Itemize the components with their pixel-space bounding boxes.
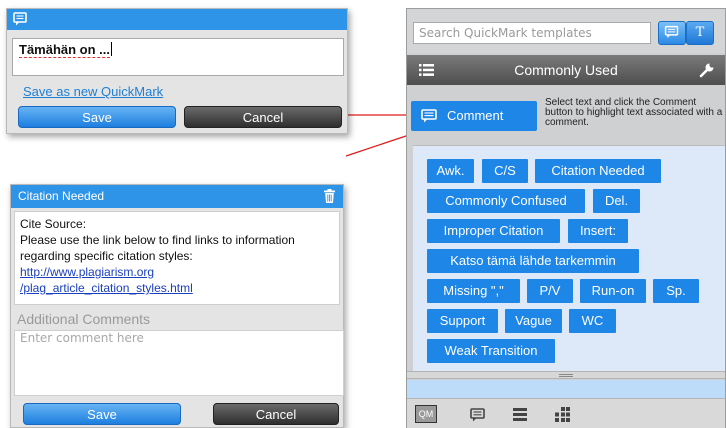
status-bar <box>407 380 725 398</box>
quickmark-chip[interactable]: P/V <box>527 279 573 303</box>
search-input[interactable]: Search QuickMark templates <box>413 22 651 44</box>
citation-body: Cite Source: Please use the link below t… <box>14 211 340 305</box>
quickmark-chip[interactable]: Del. <box>593 189 640 213</box>
resize-handle[interactable] <box>407 371 725 379</box>
comment-button[interactable]: Comment <box>411 101 537 131</box>
quickmark-list: Awk. C/S Citation Needed Commonly Confus… <box>413 145 725 377</box>
quickmark-chip[interactable]: Missing "," <box>427 279 520 303</box>
comment-popup-titlebar <box>7 9 347 30</box>
comment-text: Tämähän on ... <box>19 42 111 58</box>
quickmark-chip[interactable]: Support <box>427 309 498 333</box>
comment-mode-toggle[interactable] <box>658 21 686 45</box>
list-icon[interactable] <box>511 407 529 423</box>
citation-link-line1[interactable]: http://www.plagiarism.org <box>20 264 334 280</box>
grip-icon <box>559 374 573 377</box>
quickmark-chip[interactable]: Weak Transition <box>427 339 555 363</box>
citation-popup: Citation Needed Cite Source: Please use … <box>10 184 344 428</box>
quickmark-chip[interactable]: Insert: <box>568 219 628 243</box>
cancel-button[interactable]: Cancel <box>184 106 342 128</box>
quickmark-chip[interactable]: Awk. <box>427 159 474 183</box>
quickmark-chip[interactable]: Katso tämä lähde tarkemmin <box>427 249 639 273</box>
wrench-icon[interactable] <box>699 62 715 78</box>
quickmark-chip[interactable]: Commonly Confused <box>427 189 585 213</box>
comment-icon <box>13 12 27 26</box>
text-mode-toggle[interactable]: T <box>686 21 714 45</box>
quickmark-chip[interactable]: C/S <box>482 159 528 183</box>
citation-popup-title: Citation Needed <box>18 189 105 203</box>
additional-comments-label: Additional Comments <box>17 311 151 327</box>
set-header: Commonly Used <box>407 55 725 85</box>
quickmark-chip[interactable]: Improper Citation <box>427 219 560 243</box>
quickmark-chip[interactable]: Sp. <box>653 279 699 303</box>
comment-help-text: Select text and click the Comment button… <box>545 97 723 128</box>
citation-cancel-button[interactable]: Cancel <box>213 403 339 425</box>
quickmark-chip[interactable]: WC <box>569 309 616 333</box>
citation-save-button[interactable]: Save <box>23 403 181 425</box>
save-button[interactable]: Save <box>18 106 176 128</box>
quickmark-chip[interactable]: Citation Needed <box>535 159 661 183</box>
additional-comment-input[interactable]: Enter comment here <box>14 330 344 396</box>
citation-body-line2: Please use the link below to find links … <box>20 233 295 263</box>
citation-body-line1: Cite Source: <box>20 217 87 231</box>
menu-icon[interactable] <box>419 64 434 76</box>
grid-icon[interactable] <box>553 407 571 423</box>
text-caret <box>111 42 113 56</box>
comment-icon[interactable] <box>469 407 487 423</box>
comment-icon <box>421 109 437 123</box>
comment-placeholder: Enter comment here <box>20 331 144 345</box>
screenshot-stage: Tämähän on ... Save as new QuickMark Sav… <box>0 0 726 428</box>
comment-textbox[interactable]: Tämähän on ... <box>12 38 344 76</box>
trash-icon[interactable] <box>324 189 335 203</box>
comment-icon <box>664 25 679 39</box>
set-title: Commonly Used <box>514 62 618 78</box>
citation-popup-titlebar: Citation Needed <box>11 185 343 208</box>
quickmark-chip[interactable]: Vague <box>505 309 562 333</box>
quickmark-chip[interactable]: Run-on <box>580 279 646 303</box>
save-as-new-quickmark-link[interactable]: Save as new QuickMark <box>23 84 163 99</box>
qm-icon[interactable]: QM <box>415 405 437 423</box>
search-row: Search QuickMark templates T <box>407 9 725 53</box>
bottom-toolbar: QM <box>407 398 725 428</box>
comment-popup: Tämähän on ... Save as new QuickMark Sav… <box>6 8 348 134</box>
comment-button-label: Comment <box>447 108 504 123</box>
citation-link-line2[interactable]: /plag_article_citation_styles.html <box>20 280 334 296</box>
quickmark-panel: Search QuickMark templates T Commonly Us… <box>406 8 726 428</box>
